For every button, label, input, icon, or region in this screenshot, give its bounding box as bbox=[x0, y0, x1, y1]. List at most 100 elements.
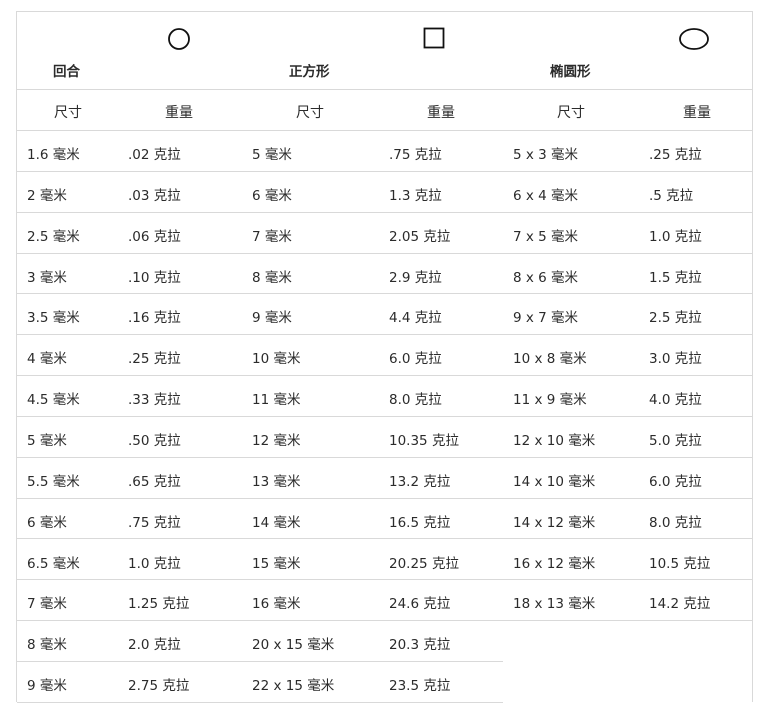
table-row: 3.5 毫米 .16 克拉 9 毫米 4.4 克拉 9 x 7 毫米 2.5 克拉 bbox=[17, 294, 752, 336]
square-weight-cell: 24.6 克拉 bbox=[389, 596, 451, 613]
round-weight-cell: .06 克拉 bbox=[128, 228, 181, 245]
square-weight-cell: 13.2 克拉 bbox=[389, 473, 451, 490]
round-weight-cell: 2.75 克拉 bbox=[128, 678, 190, 695]
oval-size-cell: 18 x 13 毫米 bbox=[513, 596, 596, 613]
square-weight-cell: 20.3 克拉 bbox=[389, 637, 451, 654]
square-weight-cell: 8.0 克拉 bbox=[389, 392, 442, 409]
round-weight-cell: .03 克拉 bbox=[128, 187, 181, 204]
oval-weight-cell: 3.0 克拉 bbox=[649, 351, 702, 368]
round-weight-cell: 1.25 克拉 bbox=[128, 596, 190, 613]
oval-weight-header: 重量 bbox=[683, 105, 711, 121]
oval-weight-cell: 4.0 克拉 bbox=[649, 392, 702, 409]
oval-size-cell: 6 x 4 毫米 bbox=[513, 187, 579, 204]
column-header-row: 尺寸 重量 尺寸 重量 尺寸 重量 bbox=[17, 90, 752, 131]
square-size-header: 尺寸 bbox=[296, 105, 324, 121]
table-row: 3 毫米 .10 克拉 8 毫米 2.9 克拉 8 x 6 毫米 1.5 克拉 bbox=[17, 254, 752, 295]
square-size-cell: 5 毫米 bbox=[252, 147, 292, 163]
oval-size-cell: 12 x 10 毫米 bbox=[513, 432, 596, 449]
table-row: 4 毫米 .25 克拉 10 毫米 6.0 克拉 10 x 8 毫米 3.0 克拉 bbox=[17, 335, 752, 377]
round-size-cell: 3.5 毫米 bbox=[27, 310, 80, 327]
table-row: 2.5 毫米 .06 克拉 7 毫米 2.05 克拉 7 x 5 毫米 1.0 克拉 bbox=[17, 213, 752, 254]
table-row: 6.5 毫米 1.0 克拉 15 毫米 20.25 克拉 16 x 12 毫米 10.5 … bbox=[17, 540, 752, 581]
square-size-cell: 7 毫米 bbox=[252, 228, 292, 245]
square-weight-cell: 2.9 克拉 bbox=[389, 269, 442, 286]
oval-weight-cell: 1.0 克拉 bbox=[649, 228, 702, 245]
square-size-cell: 11 毫米 bbox=[252, 392, 301, 409]
oval-weight-cell: .25 克拉 bbox=[649, 147, 702, 163]
round-size-cell: 3 毫米 bbox=[27, 269, 67, 286]
square-size-cell: 20 x 15 毫米 bbox=[252, 637, 335, 654]
round-size-cell: 7 毫米 bbox=[27, 596, 67, 613]
circle-icon bbox=[168, 28, 190, 50]
round-weight-cell: .10 克拉 bbox=[128, 269, 181, 286]
oval-weight-cell: 8.0 克拉 bbox=[649, 514, 702, 531]
round-size-cell: 9 毫米 bbox=[27, 678, 67, 695]
round-weight-cell: .65 克拉 bbox=[128, 473, 181, 490]
square-weight-cell: 4.4 克拉 bbox=[389, 310, 442, 327]
round-size-cell: 2.5 毫米 bbox=[27, 228, 80, 245]
oval-size-cell: 16 x 12 毫米 bbox=[513, 555, 596, 572]
oval-size-cell: 14 x 12 毫米 bbox=[513, 514, 596, 531]
table-row: 7 毫米 1.25 克拉 16 毫米 24.6 克拉 18 x 13 毫米 14.2 克拉 bbox=[17, 580, 752, 622]
square-title: 正方形 bbox=[289, 64, 330, 80]
round-size-cell: 8 毫米 bbox=[27, 637, 67, 654]
table-row: 1.6 毫米 .02 克拉 5 毫米 .75 克拉 5 x 3 毫米 .25 克拉 bbox=[17, 131, 752, 172]
square-size-cell: 8 毫米 bbox=[252, 269, 292, 286]
round-size-cell: 5.5 毫米 bbox=[27, 473, 80, 490]
oval-size-header: 尺寸 bbox=[557, 105, 585, 121]
oval-size-cell: 14 x 10 毫米 bbox=[513, 473, 596, 490]
table-row: 5.5 毫米 .65 克拉 13 毫米 13.2 克拉 14 x 10 毫米 6.0 克拉 bbox=[17, 458, 752, 499]
round-title: 回合 bbox=[53, 64, 80, 80]
round-weight-cell: .02 克拉 bbox=[128, 147, 181, 163]
square-size-cell: 22 x 15 毫米 bbox=[252, 678, 335, 695]
round-weight-cell: .33 克拉 bbox=[128, 392, 181, 409]
table-row: 5 毫米 .50 克拉 12 毫米 10.35 克拉 12 x 10 毫米 5.0 克拉 bbox=[17, 417, 752, 458]
table-row: 8 毫米 2.0 克拉 20 x 15 毫米 20.3 克拉 bbox=[17, 621, 503, 663]
round-size-cell: 5 毫米 bbox=[27, 432, 67, 449]
round-weight-cell: .16 克拉 bbox=[128, 310, 181, 327]
table-row: 9 毫米 2.75 克拉 22 x 15 毫米 23.5 克拉 bbox=[17, 662, 503, 703]
table-row: 6 毫米 .75 克拉 14 毫米 16.5 克拉 14 x 12 毫米 8.0 克拉 bbox=[17, 499, 752, 540]
oval-size-cell: 8 x 6 毫米 bbox=[513, 269, 579, 286]
square-size-cell: 12 毫米 bbox=[252, 432, 301, 449]
round-size-cell: 6 毫米 bbox=[27, 514, 67, 531]
square-size-cell: 13 毫米 bbox=[252, 473, 301, 490]
square-weight-cell: 20.25 克拉 bbox=[389, 555, 459, 572]
round-weight-cell: .50 克拉 bbox=[128, 432, 181, 449]
size-weight-table: 回合 正方形 椭圆形 尺寸 重量 尺寸 重量 尺寸 重量 1.6 毫米 .02 克… bbox=[16, 11, 753, 703]
round-size-header: 尺寸 bbox=[54, 105, 82, 121]
table-row: 2 毫米 .03 克拉 6 毫米 1.3 克拉 6 x 4 毫米 .5 克拉 bbox=[17, 172, 752, 213]
round-size-cell: 1.6 毫米 bbox=[27, 147, 80, 163]
oval-icon bbox=[679, 28, 709, 50]
oval-size-cell: 7 x 5 毫米 bbox=[513, 228, 579, 245]
table-row: 4.5 毫米 .33 克拉 11 毫米 8.0 克拉 11 x 9 毫米 4.0 克拉 bbox=[17, 376, 752, 417]
round-weight-cell: 2.0 克拉 bbox=[128, 637, 181, 654]
oval-size-cell: 9 x 7 毫米 bbox=[513, 310, 579, 327]
oval-weight-cell: 1.5 克拉 bbox=[649, 269, 702, 286]
square-weight-cell: 1.3 克拉 bbox=[389, 187, 442, 204]
round-size-cell: 4.5 毫米 bbox=[27, 392, 80, 409]
oval-size-cell: 10 x 8 毫米 bbox=[513, 351, 587, 368]
square-weight-header: 重量 bbox=[427, 105, 455, 121]
round-weight-cell: .75 克拉 bbox=[128, 514, 181, 531]
oval-size-cell: 11 x 9 毫米 bbox=[513, 392, 587, 409]
square-weight-cell: 16.5 克拉 bbox=[389, 514, 451, 531]
square-size-cell: 16 毫米 bbox=[252, 596, 301, 613]
round-weight-header: 重量 bbox=[165, 105, 193, 121]
round-size-cell: 6.5 毫米 bbox=[27, 555, 80, 572]
square-weight-cell: 6.0 克拉 bbox=[389, 351, 442, 368]
round-weight-cell: .25 克拉 bbox=[128, 351, 181, 368]
oval-weight-cell: 14.2 克拉 bbox=[649, 596, 711, 613]
oval-size-cell: 5 x 3 毫米 bbox=[513, 147, 579, 163]
oval-title: 椭圆形 bbox=[550, 64, 591, 80]
square-size-cell: 14 毫米 bbox=[252, 514, 301, 531]
oval-weight-cell: 10.5 克拉 bbox=[649, 555, 711, 572]
square-weight-cell: 23.5 克拉 bbox=[389, 678, 451, 695]
square-size-cell: 10 毫米 bbox=[252, 351, 301, 368]
square-weight-cell: 2.05 克拉 bbox=[389, 228, 451, 245]
square-size-cell: 9 毫米 bbox=[252, 310, 292, 327]
round-weight-cell: 1.0 克拉 bbox=[128, 555, 181, 572]
round-size-cell: 2 毫米 bbox=[27, 187, 67, 204]
square-weight-cell: 10.35 克拉 bbox=[389, 432, 459, 449]
square-size-cell: 15 毫米 bbox=[252, 555, 301, 572]
